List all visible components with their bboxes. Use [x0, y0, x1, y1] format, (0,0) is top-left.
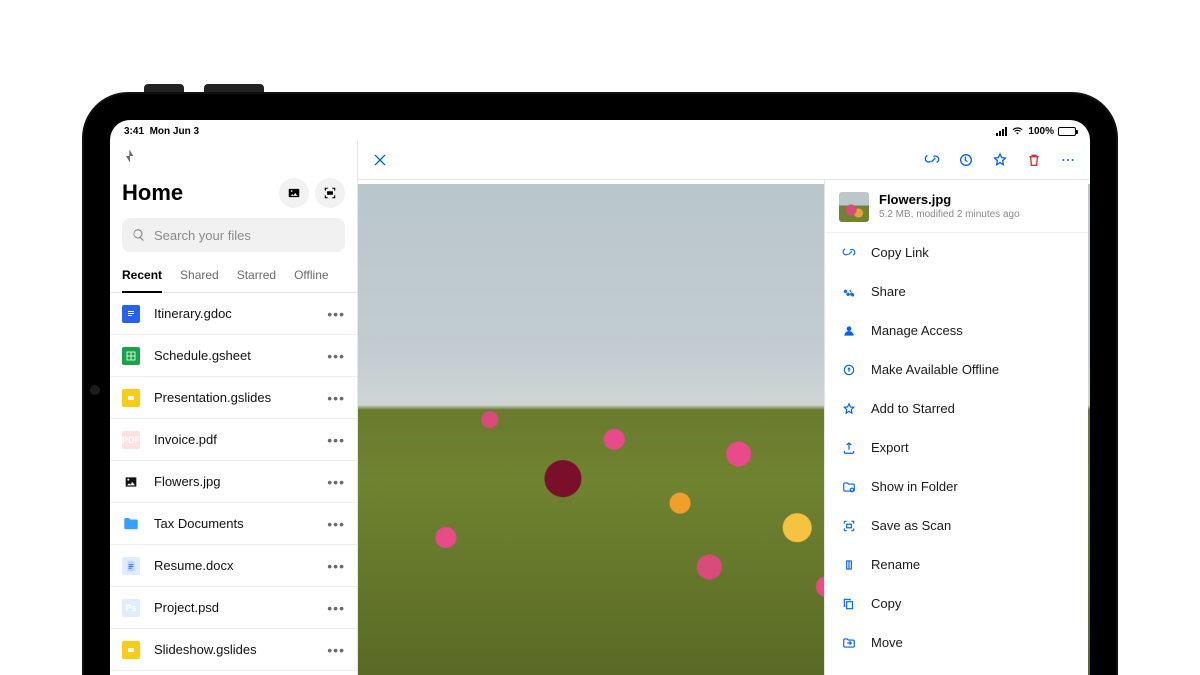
screen: 3:41 Mon Jun 3 100% Home — [110, 120, 1090, 675]
more-options-button[interactable] — [1060, 152, 1076, 168]
offline-icon — [841, 363, 857, 377]
copy-icon — [841, 597, 857, 611]
menu-item-folder[interactable]: Show in Folder — [825, 467, 1088, 506]
file-name: Slideshow.gslides — [154, 642, 327, 657]
export-icon — [841, 441, 857, 455]
menu-item-label: Rename — [871, 557, 920, 572]
search-icon — [132, 228, 146, 242]
status-bar: 3:41 Mon Jun 3 100% — [110, 120, 1090, 140]
file-name: Resume.docx — [154, 558, 327, 573]
menu-item-label: Export — [871, 440, 909, 455]
file-row[interactable]: PsProject.psd••• — [110, 587, 357, 629]
move-icon — [841, 636, 857, 650]
menu-item-access[interactable]: Manage Access — [825, 311, 1088, 350]
file-row[interactable]: Slideshow.gslides••• — [110, 629, 357, 671]
search-input[interactable]: Search your files — [122, 218, 345, 252]
status-time: 3:41 — [124, 126, 144, 137]
menu-item-delete[interactable]: Delete — [825, 662, 1088, 675]
star-icon — [841, 402, 857, 416]
file-row[interactable]: Flowers.jpg••• — [110, 461, 357, 503]
tab-starred[interactable]: Starred — [237, 260, 276, 292]
filter-tabs: Recent Shared Starred Offline — [110, 260, 357, 293]
ipad-frame: 3:41 Mon Jun 3 100% Home — [84, 94, 1116, 675]
file-name: Invoice.pdf — [154, 432, 327, 447]
menu-item-label: Manage Access — [871, 323, 963, 338]
rename-icon — [841, 558, 857, 572]
file-more-button[interactable]: ••• — [327, 516, 345, 532]
file-more-button[interactable]: ••• — [327, 306, 345, 322]
file-more-button[interactable]: ••• — [327, 432, 345, 448]
folder-icon — [841, 480, 857, 494]
actions-menu: Copy Link Share Manage Access Make Availabl… — [825, 233, 1088, 675]
file-row[interactable]: Schedule.gsheet••• — [110, 335, 357, 377]
star-button[interactable] — [992, 152, 1008, 168]
file-name: Schedule.gsheet — [154, 348, 327, 363]
file-row[interactable]: Tax Documents••• — [110, 503, 357, 545]
offline-button[interactable] — [958, 152, 974, 168]
search-placeholder: Search your files — [154, 228, 251, 243]
access-icon — [841, 324, 857, 338]
file-name: Itinerary.gdoc — [154, 306, 327, 321]
cellular-icon — [996, 127, 1007, 136]
menu-item-label: Share — [871, 284, 906, 299]
close-button[interactable] — [372, 152, 388, 168]
file-actions-panel: Flowers.jpg 5.2 MB, modified 2 minutes a… — [824, 180, 1088, 675]
file-name: Presentation.gslides — [154, 390, 327, 405]
tab-shared[interactable]: Shared — [180, 260, 219, 292]
file-more-button[interactable]: ••• — [327, 600, 345, 616]
share-icon — [841, 285, 857, 299]
menu-item-star[interactable]: Add to Starred — [825, 389, 1088, 428]
tab-recent[interactable]: Recent — [122, 260, 162, 292]
menu-item-label: Copy Link — [871, 245, 929, 260]
file-row[interactable]: Itinerary.gdoc••• — [110, 293, 357, 335]
menu-item-offline[interactable]: Make Available Offline — [825, 350, 1088, 389]
tab-offline[interactable]: Offline — [294, 260, 328, 292]
panel-file-meta: 5.2 MB, modified 2 minutes ago — [879, 209, 1020, 220]
menu-item-label: Add to Starred — [871, 401, 955, 416]
file-more-button[interactable]: ••• — [327, 642, 345, 658]
panel-file-name: Flowers.jpg — [879, 192, 1020, 207]
app-logo — [122, 148, 138, 164]
file-name: Tax Documents — [154, 516, 327, 531]
menu-item-label: Save as Scan — [871, 518, 951, 533]
menu-item-share[interactable]: Share — [825, 272, 1088, 311]
battery-percent: 100% — [1028, 126, 1054, 137]
link-icon — [841, 246, 857, 260]
scan-icon — [841, 519, 857, 533]
menu-item-link[interactable]: Copy Link — [825, 233, 1088, 272]
file-row[interactable]: Presentation.gslides••• — [110, 377, 357, 419]
file-name: Project.psd — [154, 600, 327, 615]
file-thumbnail — [839, 192, 869, 222]
wifi-icon — [1011, 126, 1024, 136]
file-more-button[interactable]: ••• — [327, 474, 345, 490]
file-more-button[interactable]: ••• — [327, 390, 345, 406]
menu-item-scan[interactable]: Save as Scan — [825, 506, 1088, 545]
menu-item-move[interactable]: Move — [825, 623, 1088, 662]
menu-item-label: Make Available Offline — [871, 362, 999, 377]
menu-item-export[interactable]: Export — [825, 428, 1088, 467]
status-date: Mon Jun 3 — [150, 126, 199, 137]
file-row[interactable]: Resume.docx••• — [110, 545, 357, 587]
file-row[interactable]: PDFInvoice.pdf••• — [110, 419, 357, 461]
sidebar: Home Search your files Rece — [110, 140, 358, 675]
battery-icon — [1058, 127, 1076, 136]
link-button[interactable] — [924, 152, 940, 168]
upload-photo-button[interactable] — [279, 178, 309, 208]
file-more-button[interactable]: ••• — [327, 558, 345, 574]
page-title: Home — [122, 180, 183, 206]
file-list: Itinerary.gdoc•••Schedule.gsheet•••Prese… — [110, 293, 357, 671]
viewer-toolbar — [358, 140, 1090, 180]
menu-item-label: Show in Folder — [871, 479, 958, 494]
file-name: Flowers.jpg — [154, 474, 327, 489]
menu-item-label: Move — [871, 635, 903, 650]
menu-item-copy[interactable]: Copy — [825, 584, 1088, 623]
main-pane: Flowers.jpg 5.2 MB, modified 2 minutes a… — [358, 140, 1090, 675]
file-more-button[interactable]: ••• — [327, 348, 345, 364]
panel-header: Flowers.jpg 5.2 MB, modified 2 minutes a… — [825, 180, 1088, 233]
scan-button[interactable] — [315, 178, 345, 208]
menu-item-label: Copy — [871, 596, 901, 611]
delete-button[interactable] — [1026, 152, 1042, 168]
menu-item-rename[interactable]: Rename — [825, 545, 1088, 584]
